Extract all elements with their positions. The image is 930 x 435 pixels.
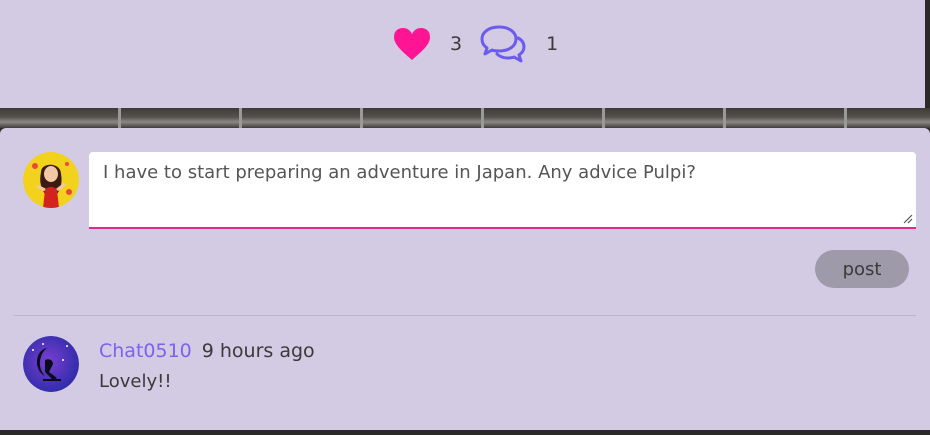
post-button[interactable]: post xyxy=(815,250,909,288)
divider xyxy=(13,315,916,316)
resize-grip-icon[interactable] xyxy=(903,214,913,224)
comment-timestamp: 9 hours ago xyxy=(201,340,315,362)
chat-bubbles-icon[interactable] xyxy=(479,24,527,64)
heart-icon[interactable] xyxy=(393,27,431,61)
comments-section: I have to start preparing an adventure i… xyxy=(0,128,930,430)
comment-count: 1 xyxy=(546,33,559,55)
like-count: 3 xyxy=(450,33,463,55)
reactions-bar: 3 1 xyxy=(393,24,558,64)
background-wall xyxy=(0,108,930,128)
page-edge xyxy=(0,430,930,435)
current-user-avatar xyxy=(23,152,79,208)
comment-username[interactable]: Chat0510 xyxy=(99,340,192,362)
comment-meta: Chat0510 9 hours ago xyxy=(99,340,315,362)
comment-input[interactable]: I have to start preparing an adventure i… xyxy=(89,152,916,229)
comment-text: Lovely!! xyxy=(99,371,172,392)
commenter-avatar[interactable] xyxy=(23,336,79,392)
post-footer: 3 1 xyxy=(0,0,925,108)
